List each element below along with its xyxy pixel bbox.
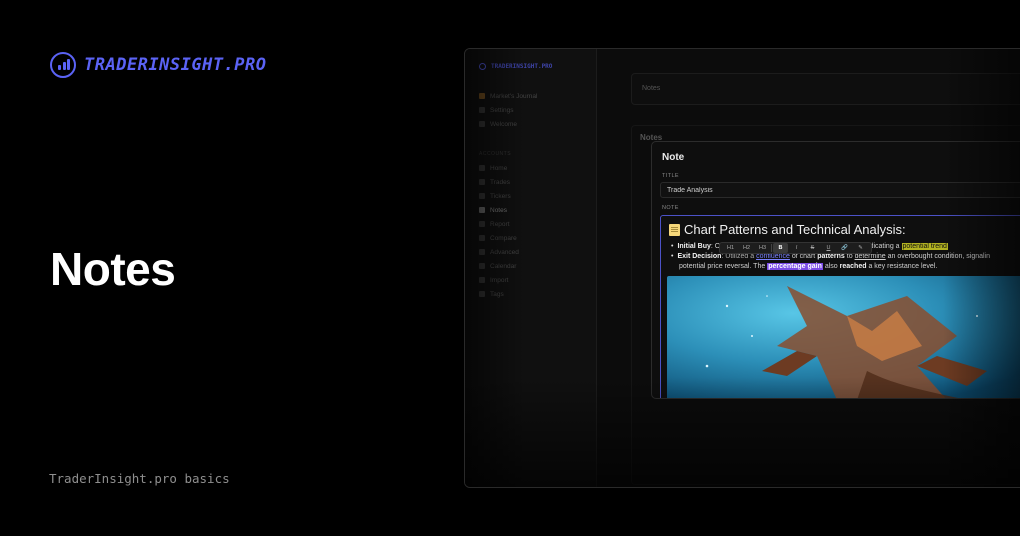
sidebar: TRADERINSIGHT.PRO Market's Journal Setti…	[465, 49, 597, 487]
journal-icon	[479, 93, 485, 99]
breadcrumb-label: Notes	[642, 85, 661, 92]
h3-button[interactable]: H3	[755, 243, 770, 253]
import-icon	[479, 277, 485, 283]
sidebar-item-journal[interactable]: Market's Journal	[479, 89, 537, 103]
tickers-icon	[479, 193, 485, 199]
breadcrumb: Notes	[631, 73, 1020, 105]
editor-heading: Chart Patterns and Technical Analysis:	[669, 222, 906, 237]
chart-bars-icon	[50, 52, 76, 78]
title-field-label: TITLE	[662, 173, 679, 179]
link-icon[interactable]: 🔗	[837, 243, 852, 253]
sidebar-item-compare[interactable]: Compare	[479, 231, 519, 245]
calendar-icon	[479, 263, 485, 269]
sidebar-item-welcome[interactable]: Welcome	[479, 117, 537, 131]
editor-heading-text: Chart Patterns and Technical Analysis:	[684, 222, 906, 237]
sidebar-item-calendar[interactable]: Calendar	[479, 259, 519, 273]
bold-button[interactable]: B	[773, 243, 788, 253]
sidebar-section-label: ACCOUNTS	[479, 151, 512, 157]
report-icon	[479, 221, 485, 227]
strikethrough-button[interactable]: S	[805, 243, 820, 253]
star-icon	[479, 121, 485, 127]
tag-icon	[479, 291, 485, 297]
gear-icon	[479, 107, 485, 113]
formatting-toolbar: H1 H2 H3 B I S U 🔗 ✎	[719, 242, 872, 254]
sidebar-item-home[interactable]: Home	[479, 161, 519, 175]
sidebar-brand-name: TRADERINSIGHT.PRO	[491, 63, 553, 70]
advanced-icon	[479, 249, 485, 255]
logo-icon	[479, 63, 486, 70]
title-input[interactable]	[660, 182, 1020, 198]
trades-icon	[479, 179, 485, 185]
note-field-label: NOTE	[662, 205, 679, 211]
sidebar-nav: Home Trades Tickers Notes Report Compare…	[479, 161, 519, 301]
note-modal: Note TITLE NOTE Chart Patterns and Techn…	[651, 141, 1020, 399]
notes-icon	[479, 207, 485, 213]
toolbar-divider	[771, 244, 772, 252]
list-item: Exit Decision: Utilized a confluence of …	[671, 252, 1020, 272]
embedded-image	[667, 276, 1020, 398]
underline-button[interactable]: U	[821, 243, 836, 253]
app-window: TRADERINSIGHT.PRO Market's Journal Setti…	[464, 48, 1020, 488]
h2-button[interactable]: H2	[739, 243, 754, 253]
page-title: Notes	[50, 243, 176, 295]
home-icon	[479, 165, 485, 171]
compare-icon	[479, 235, 485, 241]
sidebar-item-tags[interactable]: Tags	[479, 287, 519, 301]
sidebar-item-tickers[interactable]: Tickers	[479, 189, 519, 203]
highlight-icon[interactable]: ✎	[853, 243, 868, 253]
modal-title: Note	[662, 152, 685, 163]
sidebar-top-list: Market's Journal Settings Welcome	[479, 89, 537, 131]
footer-caption: TraderInsight.pro basics	[49, 471, 230, 486]
note-editor[interactable]: Chart Patterns and Technical Analysis: I…	[660, 215, 1020, 398]
brand-name: TRADERINSIGHT.PRO	[84, 55, 267, 75]
sidebar-item-report[interactable]: Report	[479, 217, 519, 231]
sidebar-brand[interactable]: TRADERINSIGHT.PRO	[479, 63, 552, 70]
h1-button[interactable]: H1	[723, 243, 738, 253]
italic-button[interactable]: I	[789, 243, 804, 253]
turtle-image	[667, 276, 1020, 398]
sidebar-item-advanced[interactable]: Advanced	[479, 245, 519, 259]
sidebar-item-trades[interactable]: Trades	[479, 175, 519, 189]
sidebar-item-notes[interactable]: Notes	[479, 203, 519, 217]
brand: TRADERINSIGHT.PRO	[50, 52, 267, 78]
sidebar-item-import[interactable]: Import	[479, 273, 519, 287]
sidebar-item-settings[interactable]: Settings	[479, 103, 537, 117]
memo-icon	[669, 223, 680, 236]
